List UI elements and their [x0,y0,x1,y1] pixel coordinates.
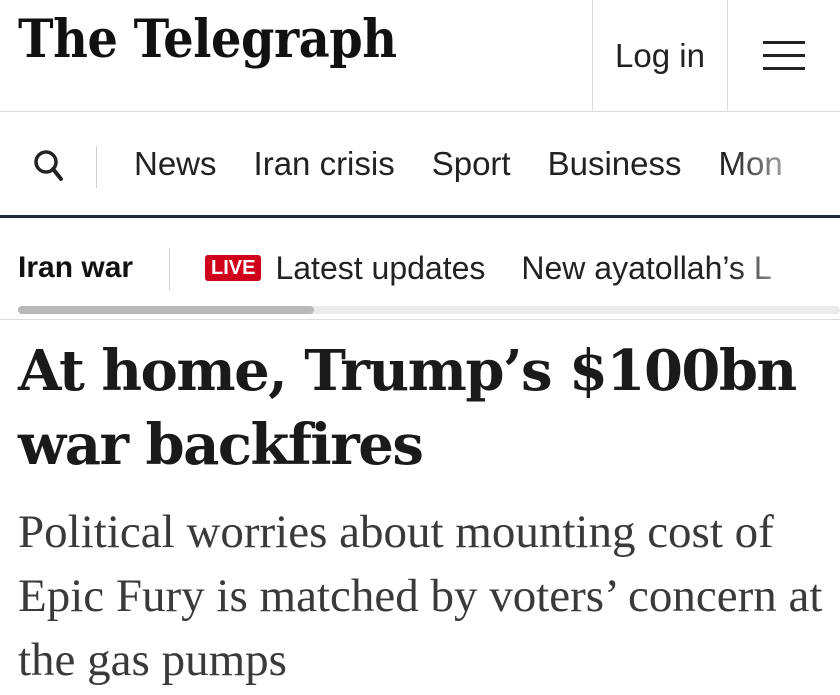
menu-button[interactable] [727,0,840,111]
live-badge: LIVE [205,255,262,281]
main-nav: News Iran crisis Sport Business Mon [0,112,840,218]
nav-items: News Iran crisis Sport Business Mon [134,142,820,186]
nav-item-business[interactable]: Business [548,142,682,186]
subnav-divider [169,248,170,290]
search-icon [34,150,63,181]
subnav-links: LIVE Latest updates New ayatollah’s L [205,248,808,288]
nav-item-money[interactable]: Mon [719,142,783,186]
login-button[interactable]: Log in [592,0,728,111]
nav-item-iran-crisis[interactable]: Iran crisis [254,142,395,186]
article-headline: At home, Trump’s $100bn war backfires [18,338,797,478]
topic-subnav: Iran war LIVE Latest updates New ayatoll… [0,218,840,320]
hamburger-menu-icon [762,40,805,71]
subnav-scrollbar[interactable] [18,306,840,314]
scrollbar-thumb[interactable] [18,306,314,314]
latest-updates-link[interactable]: Latest updates [275,248,485,288]
topic-title[interactable]: Iran war [18,248,133,288]
new-ayatollah-link[interactable]: New ayatollah’s L [521,248,771,288]
site-header: The Telegraph Log in [0,0,840,112]
article-standfirst: Political worries about mounting cost of… [18,506,823,686]
masthead-logo[interactable]: The Telegraph [18,14,397,66]
nav-item-news[interactable]: News [134,142,217,186]
nav-divider [96,146,97,188]
search-button[interactable] [30,146,70,186]
nav-item-sport[interactable]: Sport [432,142,511,186]
